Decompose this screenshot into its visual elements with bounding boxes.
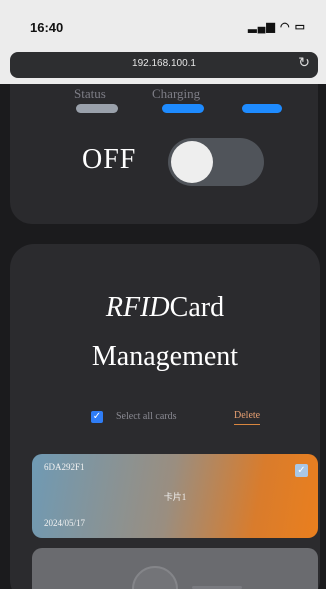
status-time: 16:40	[30, 20, 64, 35]
title-rest: Card	[169, 292, 225, 323]
toggle-knob	[171, 141, 213, 183]
card-date: 2024/05/17	[44, 518, 86, 528]
third-indicator	[242, 104, 282, 113]
title-italic-part: RFID	[105, 292, 170, 323]
card-uid: 6DA292F1	[44, 462, 85, 472]
power-state-label: OFF	[82, 144, 137, 175]
address-bar[interactable]: 192.168.100.1 ↻	[10, 52, 318, 78]
rfid-card-item[interactable]: 6DA292F1 卡片1 2024/05/17 ✓	[32, 454, 318, 538]
charger-status-panel: Status Charging OFF	[10, 84, 318, 224]
card-avatar-icon	[132, 566, 178, 589]
status-label: Status	[74, 86, 106, 101]
status-indicator	[76, 104, 118, 113]
card-checkbox[interactable]: ✓	[295, 464, 308, 477]
panel-title-line2: Management	[91, 341, 239, 372]
card-name: 卡片1	[163, 492, 187, 502]
charging-indicator	[162, 104, 204, 113]
url-text: 192.168.100.1	[132, 58, 196, 69]
reload-icon[interactable]: ↻	[298, 55, 310, 71]
browser-toolbar: 192.168.100.1 ↻	[0, 46, 326, 84]
signal-wifi-battery-icon: ▂▄▆ ◠ ▭	[248, 21, 306, 33]
rfid-card-item-partial[interactable]	[32, 548, 318, 589]
select-row: ✓ Select all cards Delete	[10, 408, 320, 428]
power-toggle[interactable]	[168, 138, 264, 186]
select-all-checkbox[interactable]: ✓	[91, 411, 103, 423]
panel-title-line1: RFIDCard	[10, 292, 320, 324]
rfid-management-panel: RFIDCard Management ✓ Select all cards D…	[10, 244, 320, 589]
charging-label: Charging	[152, 86, 201, 101]
select-all-label[interactable]: Select all cards	[116, 411, 177, 422]
status-bar: 16:40 ▂▄▆ ◠ ▭	[0, 0, 326, 46]
delete-button[interactable]: Delete	[234, 410, 261, 425]
